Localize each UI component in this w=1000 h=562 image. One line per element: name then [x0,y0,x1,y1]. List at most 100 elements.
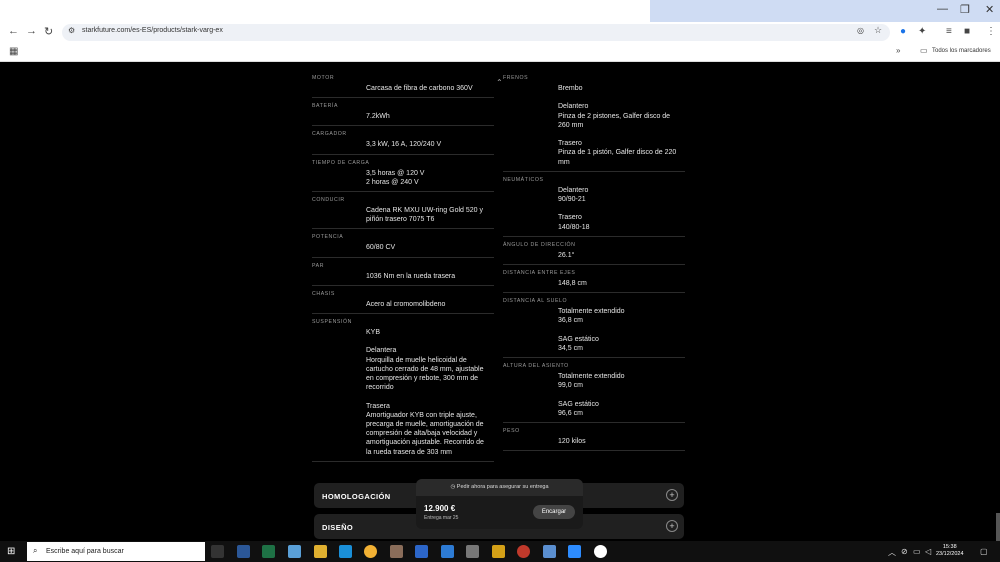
windows-start-icon[interactable]: ⊞ [7,546,15,557]
plus-icon[interactable]: + [666,520,678,532]
app-icon-3[interactable] [288,545,301,558]
reload-icon[interactable]: ↻ [44,25,53,38]
product-page: MOTOR Carcasa de fibra de carbono 360V BAT… [0,63,1000,541]
bookmark-star-icon[interactable]: ☆ [874,25,882,36]
back-icon[interactable]: ← [8,25,19,37]
spec-value: 120 kilos [558,437,688,446]
spec-value-line: cartucho cerrado de 48 mm, ajustable [366,365,484,373]
url-text[interactable]: starkfuture.com/es-ES/products/stark-var… [82,27,223,34]
app-icon-1[interactable] [237,545,250,558]
spec-divider [312,460,494,462]
all-bookmarks-label[interactable]: Todos los marcadores [932,48,991,54]
spec-value: Delantero 90/90-21 Trasero 140/80-18 [558,186,688,232]
spec-divider [312,228,494,230]
spec-label: CONDUCIR [312,197,345,203]
plus-icon[interactable]: + [666,489,678,501]
spec-value-line: 3,3 kW, 16 A, 120/240 V [366,141,442,149]
tray-chevron-icon[interactable]: ︿ [888,547,896,558]
scrollbar[interactable] [996,513,1000,541]
app-icon-4[interactable] [390,545,403,558]
spec-value-line: recorrido [366,384,394,392]
restore-icon[interactable]: ❐ [960,3,970,16]
price: 12.900 € [424,504,456,513]
tray-display-icon[interactable]: ▭ [913,547,921,556]
order-banner: ◷ Pedir ahora para asegurar su entrega [416,479,583,496]
spec-label: DISTANCIA ENTRE EJES [503,270,576,276]
tray-volume-icon[interactable]: ◁ [925,547,931,556]
spec-label: PAR [312,262,325,269]
eye-off-icon[interactable]: ◎ [857,26,864,35]
spec-label: TIEMPO DE CARGA [312,159,370,166]
clock-time: 15:38 [942,544,957,550]
chrome-icon[interactable] [364,545,377,558]
forward-icon[interactable]: → [26,25,37,37]
delivery-date: Entrega mar 25 [424,515,459,521]
extensions-puzzle-icon[interactable]: ✦ [918,26,926,37]
spec-value-line: 36,8 cm [558,317,583,325]
spec-value: 60/80 CV [366,243,496,252]
spec-divider [503,264,685,265]
app-icon-8[interactable] [517,545,530,558]
browser-titlebar: — ❐ ✕ [0,0,1000,22]
spec-value-line: Pinza de 1 pistón, Galfer disco de 220 [558,149,677,157]
spec-value-line: la rueda trasera de 303 mm [366,448,452,456]
notification-icon[interactable]: ▢ [980,547,988,556]
app-icon-9[interactable] [543,545,556,558]
taskbar-search[interactable]: ⌕ Escribe aquí para buscar [27,542,205,561]
app-icon-7[interactable] [492,545,505,558]
extension-icon[interactable]: ● [900,26,906,37]
spec-divider [312,153,494,155]
spec-value-line: Trasero [558,140,582,148]
profile-icon[interactable]: ■ [964,26,970,37]
task-view-icon[interactable] [211,545,224,558]
spec-value-line [558,93,688,102]
spec-value-line: 3,5 horas @ 120 V [366,169,425,177]
spec-value-line [558,326,688,335]
file-explorer-icon[interactable] [314,545,327,558]
address-bar[interactable]: ⚙ starkfuture.com/es-ES/products/stark-v… [62,24,890,41]
spec-value-line: Pinza de 2 pistones, Galfer disco de [558,112,671,120]
spec-value-line [366,392,496,401]
spec-divider [503,292,685,294]
spec-value-line: Brembo [558,85,583,92]
clock-date: 23/12/2024 [936,551,964,557]
app-icon-10[interactable] [594,545,607,558]
spec-value-line: SAG estático [558,400,599,408]
spec-label: ALTURA DEL ASIENTO [503,363,569,370]
app-icon-6[interactable] [466,545,479,558]
menu-icon[interactable]: ⋮ [986,26,996,37]
zoom-icon[interactable] [568,545,581,558]
spec-value-line: mm [558,158,570,166]
app-icon-5[interactable] [441,545,454,558]
word-icon[interactable] [415,545,428,558]
spec-value-line: 1036 Nm en la rueda trasera [366,272,456,280]
media-icon[interactable]: ≡ [946,26,952,37]
spec-value-line: 2 horas @ 240 V [366,178,419,186]
spec-value-line: 260 mm [558,121,584,129]
spec-value-line: 34,5 cm [558,345,583,352]
bookmarks-bar: ▦ » ▭ Todos los marcadores [0,43,1000,62]
folder-icon[interactable]: ▭ [920,46,928,55]
spec-value-line: 90/90-21 [558,196,586,203]
chevron-up-icon[interactable]: ⌃ [496,78,503,87]
spec-label: ÁNGULO DE DIRECCIÓN [503,241,576,248]
site-info-icon[interactable]: ⚙ [68,26,75,35]
close-icon[interactable]: ✕ [985,3,994,16]
spec-value-line: Amortiguador KYB con triple ajuste, [366,411,477,419]
spec-value-line: Totalmente extendido [558,308,625,316]
bookmarks-overflow-icon[interactable]: » [896,46,900,55]
apps-grid-icon[interactable]: ▦ [9,46,18,57]
spec-label: FRENOS [503,75,529,81]
spec-divider [312,256,494,258]
order-banner-text: Pedir ahora para asegurar su entrega [456,484,549,490]
taskbar-clock[interactable]: 15:38 23/12/2024 [936,544,964,558]
app-icon-2[interactable] [262,545,275,558]
order-button[interactable]: Encargar [533,505,575,519]
edge-icon[interactable] [339,545,352,558]
spec-label: POTENCIA [312,234,344,241]
spec-divider [312,97,494,99]
spec-label: CARGADOR [312,131,347,138]
minimize-icon[interactable]: — [937,3,948,15]
spec-value: 3,5 horas @ 120 V2 horas @ 240 V [366,169,496,187]
tray-network-icon[interactable]: ⊘ [901,547,908,556]
